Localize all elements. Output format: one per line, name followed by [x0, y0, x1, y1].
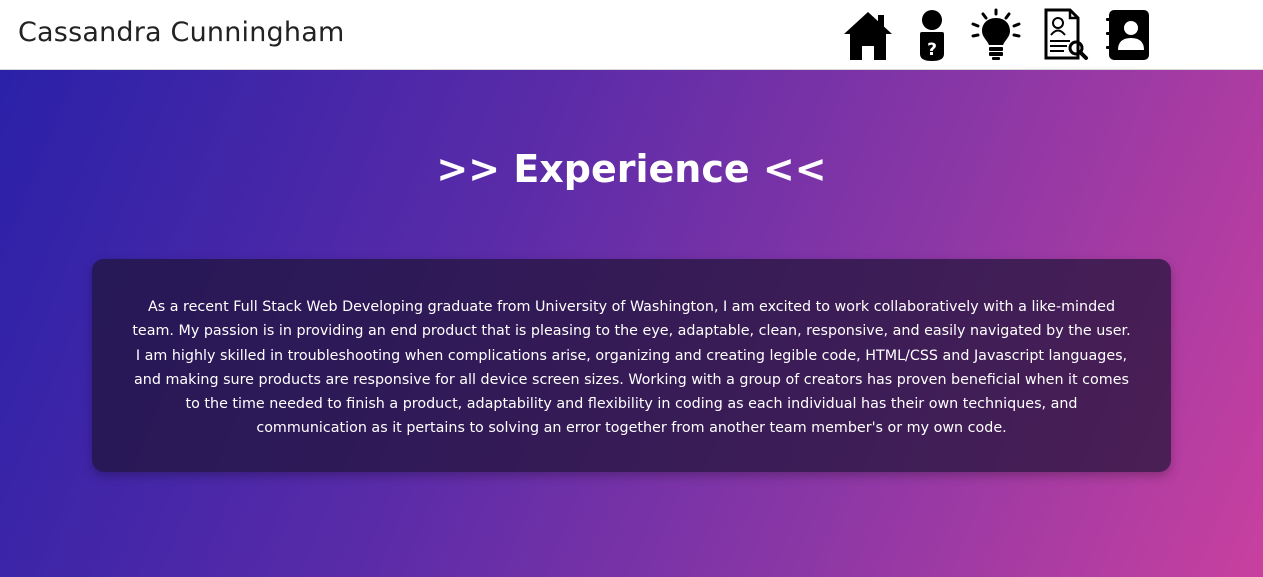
nav-about[interactable]: ?	[904, 8, 960, 64]
experience-card: As a recent Full Stack Web Developing gr…	[92, 259, 1171, 472]
home-icon	[844, 12, 892, 60]
section-title: >> Experience <<	[436, 147, 827, 191]
experience-section: >> Experience << As a recent Full Stack …	[0, 70, 1263, 577]
svg-text:?: ?	[927, 40, 937, 60]
contact-icon	[1106, 10, 1149, 60]
nav-resume[interactable]	[1042, 8, 1098, 64]
nav-skills[interactable]	[968, 8, 1024, 64]
about-me-icon: ?	[920, 10, 944, 61]
page: Cassandra Cunningham ? >> Experience << …	[0, 0, 1263, 577]
lightbulb-icon	[971, 8, 1021, 60]
site-brand[interactable]: Cassandra Cunningham	[18, 16, 344, 50]
experience-description: As a recent Full Stack Web Developing gr…	[132, 299, 1131, 437]
resume-icon	[1044, 8, 1088, 60]
top-nav-bar: Cassandra Cunningham ?	[0, 0, 1263, 70]
nav-home[interactable]	[840, 8, 896, 64]
nav-contact[interactable]	[1106, 8, 1162, 64]
